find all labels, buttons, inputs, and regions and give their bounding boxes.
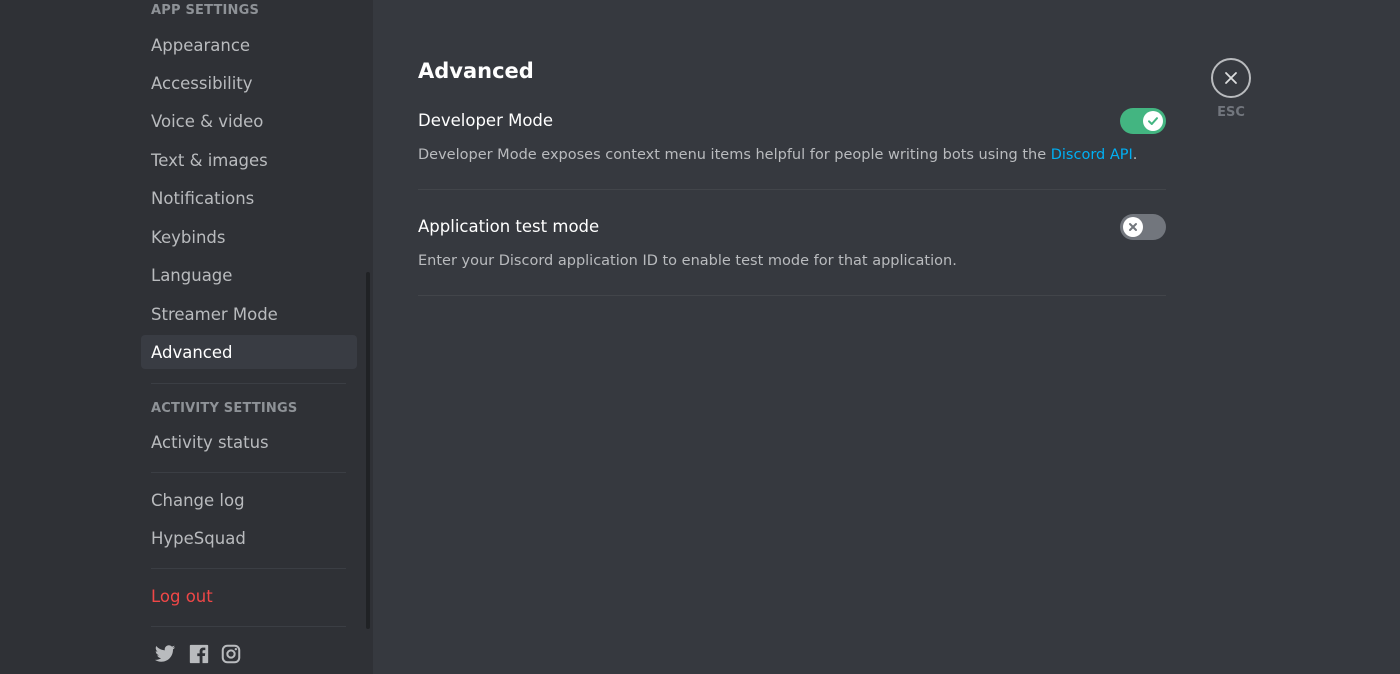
app-settings-header: APP SETTINGS	[151, 3, 260, 18]
instagram-icon[interactable]	[220, 643, 242, 665]
developer-mode-toggle[interactable]	[1120, 108, 1166, 134]
logout-button[interactable]: Log out	[141, 579, 357, 613]
x-icon	[1129, 223, 1137, 231]
close-control: ESC	[1211, 58, 1251, 121]
sidebar-item-activity-status[interactable]: Activity status	[141, 425, 357, 459]
sidebar-item-appearance[interactable]: Appearance	[141, 28, 357, 62]
sidebar-item-text-images[interactable]: Text & images	[141, 143, 357, 177]
sidebar-item-advanced[interactable]: Advanced	[141, 335, 357, 369]
sidebar-divider	[151, 383, 346, 384]
description-suffix: .	[1132, 147, 1138, 163]
application-test-mode-description: Enter your Discord application ID to ena…	[418, 253, 957, 269]
sidebar-item-notifications[interactable]: Notifications	[141, 181, 357, 215]
sidebar-divider	[151, 626, 346, 627]
page-title: Advanced	[418, 59, 534, 83]
discord-api-link[interactable]: Discord API	[1051, 147, 1133, 163]
application-test-mode-toggle[interactable]	[1120, 214, 1166, 240]
sidebar-item-change-log[interactable]: Change log	[141, 483, 357, 517]
facebook-icon[interactable]	[188, 643, 210, 665]
settings-content: Advanced Developer Mode Developer Mode e…	[373, 0, 1400, 674]
application-test-mode-title: Application test mode	[418, 217, 600, 236]
sidebar-divider	[151, 568, 346, 569]
activity-settings-header: ACTIVITY SETTINGS	[151, 401, 298, 416]
sidebar-item-accessibility[interactable]: Accessibility	[141, 66, 357, 100]
setting-divider	[418, 189, 1166, 190]
sidebar-item-keybinds[interactable]: Keybinds	[141, 220, 357, 254]
settings-window: APP SETTINGS Appearance Accessibility Vo…	[0, 0, 1400, 674]
toggle-knob	[1143, 111, 1163, 131]
developer-mode-title: Developer Mode	[418, 111, 554, 130]
sidebar-divider	[151, 472, 346, 473]
sidebar-item-streamer-mode[interactable]: Streamer Mode	[141, 297, 357, 331]
twitter-icon[interactable]	[154, 643, 176, 665]
developer-mode-description: Developer Mode exposes context menu item…	[418, 146, 1137, 164]
esc-label: ESC	[1217, 105, 1245, 120]
description-text: Developer Mode exposes context menu item…	[418, 147, 1051, 163]
sidebar-item-language[interactable]: Language	[141, 258, 357, 292]
toggle-knob	[1123, 217, 1143, 237]
setting-divider	[418, 295, 1166, 296]
settings-sidebar: APP SETTINGS Appearance Accessibility Vo…	[0, 0, 373, 674]
sidebar-item-hypesquad[interactable]: HypeSquad	[141, 521, 357, 555]
close-button[interactable]	[1211, 58, 1251, 98]
sidebar-item-voice-video[interactable]: Voice & video	[141, 104, 357, 138]
sidebar-scrollbar[interactable]	[366, 272, 370, 629]
checkmark-icon	[1148, 117, 1158, 125]
close-icon	[1225, 72, 1237, 84]
